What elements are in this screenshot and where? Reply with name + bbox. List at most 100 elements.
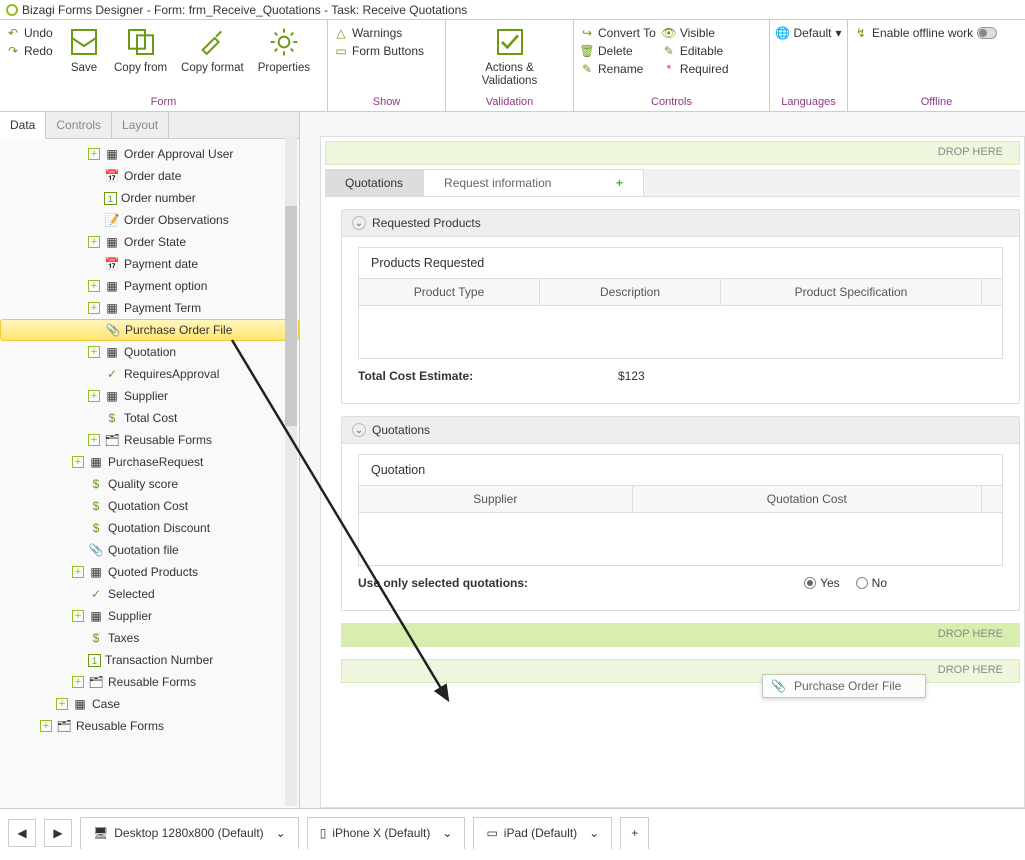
tree-item[interactable]: 📝Order Observations (0, 209, 299, 231)
undo-button[interactable]: ↶Undo (6, 26, 58, 40)
required-icon: * (662, 62, 676, 76)
drop-zone-top[interactable]: DROP HERE (325, 141, 1020, 165)
tree-item-label: Reusable Forms (108, 675, 196, 689)
tree-item[interactable]: +▦Payment option (0, 275, 299, 297)
expand-icon[interactable]: + (72, 456, 84, 468)
col-quotation-cost[interactable]: Quotation Cost (633, 486, 982, 512)
tree-item[interactable]: 1Transaction Number (0, 649, 299, 671)
tab-quotations[interactable]: Quotations (325, 169, 424, 196)
expand-icon[interactable]: + (56, 698, 68, 710)
scroll-thumb[interactable] (285, 206, 297, 426)
tree-item[interactable]: +🗂Reusable Forms (0, 715, 299, 737)
editable-button[interactable]: ✎Editable (662, 44, 729, 58)
tree-item[interactable]: +▦Case (0, 693, 299, 715)
tree-item[interactable]: +▦Quotation (0, 341, 299, 363)
tree-item[interactable]: 📅Order date (0, 165, 299, 187)
expand-icon[interactable]: + (88, 434, 100, 446)
nav-next[interactable]: ▶ (44, 819, 72, 847)
expand-icon[interactable]: + (40, 720, 52, 732)
expand-icon[interactable]: + (88, 390, 100, 402)
rename-button[interactable]: ✎Rename (580, 62, 656, 76)
tree-item[interactable]: ✓Selected (0, 583, 299, 605)
properties-button[interactable]: Properties (254, 24, 314, 77)
redo-button[interactable]: ↷Redo (6, 44, 58, 58)
tab-controls[interactable]: Controls (46, 112, 112, 138)
device-desktop[interactable]: 🖥Desktop 1280x800 (Default)⌄ (80, 817, 299, 849)
panel-requested-products[interactable]: ⌄ Requested Products Products Requested … (341, 209, 1020, 404)
copy-from-button[interactable]: Copy from (110, 24, 171, 77)
entity-icon: ▦ (104, 235, 120, 249)
required-button[interactable]: *Required (662, 62, 729, 76)
tree-item[interactable]: 📎Purchase Order File (0, 319, 299, 341)
radio-no[interactable]: No (856, 576, 887, 590)
expand-icon[interactable]: + (72, 676, 84, 688)
tree-item[interactable]: +▦Supplier (0, 605, 299, 627)
tree-item[interactable]: +🗂Reusable Forms (0, 671, 299, 693)
device-iphone[interactable]: ▯iPhone X (Default)⌄ (307, 817, 466, 849)
nav-prev[interactable]: ◀ (8, 819, 36, 847)
tree-item[interactable]: 📅Payment date (0, 253, 299, 275)
expand-icon[interactable]: + (88, 302, 100, 314)
col-product-specification[interactable]: Product Specification (721, 279, 982, 305)
toggle-switch[interactable] (977, 27, 997, 39)
tree-item[interactable]: ✓RequiresApproval (0, 363, 299, 385)
expand-icon[interactable]: + (72, 610, 84, 622)
add-device-button[interactable]: + (620, 817, 649, 849)
panel-header[interactable]: ⌄ Quotations (342, 417, 1019, 444)
copy-format-button[interactable]: Copy format (177, 24, 248, 77)
col-supplier[interactable]: Supplier (359, 486, 633, 512)
tree-item[interactable]: $Taxes (0, 627, 299, 649)
tree-item[interactable]: +▦Order Approval User (0, 143, 299, 165)
panel-quotations[interactable]: ⌄ Quotations Quotation Supplier Quotatio… (341, 416, 1020, 611)
panel-title: Requested Products (372, 216, 481, 230)
expand-icon[interactable]: + (88, 280, 100, 292)
tree-item[interactable]: 📎Quotation file (0, 539, 299, 561)
tree-item[interactable]: $Quotation Discount (0, 517, 299, 539)
tab-request-information[interactable]: Request information + (424, 169, 644, 196)
enable-offline-toggle[interactable]: ↯Enable offline work (854, 26, 997, 40)
tab-layout[interactable]: Layout (112, 112, 169, 138)
tree-item[interactable]: $Quotation Cost (0, 495, 299, 517)
plus-icon[interactable]: + (616, 176, 623, 190)
scrollbar[interactable] (285, 136, 297, 806)
tree-item[interactable]: +▦PurchaseRequest (0, 451, 299, 473)
expand-icon[interactable]: + (88, 236, 100, 248)
save-button[interactable]: Save (64, 24, 104, 77)
col-description[interactable]: Description (540, 279, 721, 305)
device-ipad[interactable]: ▭iPad (Default)⌄ (473, 817, 612, 849)
language-dropdown[interactable]: 🌐Default▾ (775, 26, 841, 40)
expand-icon[interactable]: + (72, 566, 84, 578)
tree-item[interactable]: +🗂Reusable Forms (0, 429, 299, 451)
tree-item[interactable]: $Total Cost (0, 407, 299, 429)
form-buttons-button[interactable]: ▭Form Buttons (334, 44, 424, 58)
forms-icon: 🗂 (56, 719, 72, 733)
actions-validations-button[interactable]: Actions & Validations (452, 24, 567, 89)
warnings-button[interactable]: △Warnings (334, 26, 424, 40)
bottom-bar: ◀ ▶ 🖥Desktop 1280x800 (Default)⌄ ▯iPhone… (0, 808, 1025, 856)
tree-item[interactable]: +▦Quoted Products (0, 561, 299, 583)
tree-item[interactable]: +▦Supplier (0, 385, 299, 407)
number-icon: 1 (104, 192, 117, 205)
tree-item[interactable]: 1Order number (0, 187, 299, 209)
tablet-icon: ▭ (486, 826, 497, 840)
tree-item[interactable]: +▦Order State (0, 231, 299, 253)
copy-from-icon (125, 26, 157, 58)
tree-item[interactable]: +▦Payment Term (0, 297, 299, 319)
radio-yes[interactable]: Yes (804, 576, 840, 590)
dragged-control[interactable]: 📎 Purchase Order File (762, 674, 926, 698)
visible-button[interactable]: 👁Visible (662, 26, 729, 40)
date-icon: 📅 (104, 257, 120, 271)
expand-icon[interactable]: + (88, 346, 100, 358)
tree-item-label: Total Cost (124, 411, 177, 425)
drop-zone-active[interactable]: DROP HERE (341, 623, 1020, 647)
tab-data[interactable]: Data (0, 112, 46, 139)
form-buttons-icon: ▭ (334, 44, 348, 58)
data-tree[interactable]: +▦Order Approval User📅Order date1Order n… (0, 139, 299, 808)
col-product-type[interactable]: Product Type (359, 279, 540, 305)
delete-button[interactable]: 🗑Delete (580, 44, 656, 58)
convert-to-button[interactable]: ↪Convert To (580, 26, 656, 40)
panel-header[interactable]: ⌄ Requested Products (342, 210, 1019, 237)
form-tabs: Quotations Request information + (325, 169, 1020, 197)
expand-icon[interactable]: + (88, 148, 100, 160)
tree-item[interactable]: $Quality score (0, 473, 299, 495)
